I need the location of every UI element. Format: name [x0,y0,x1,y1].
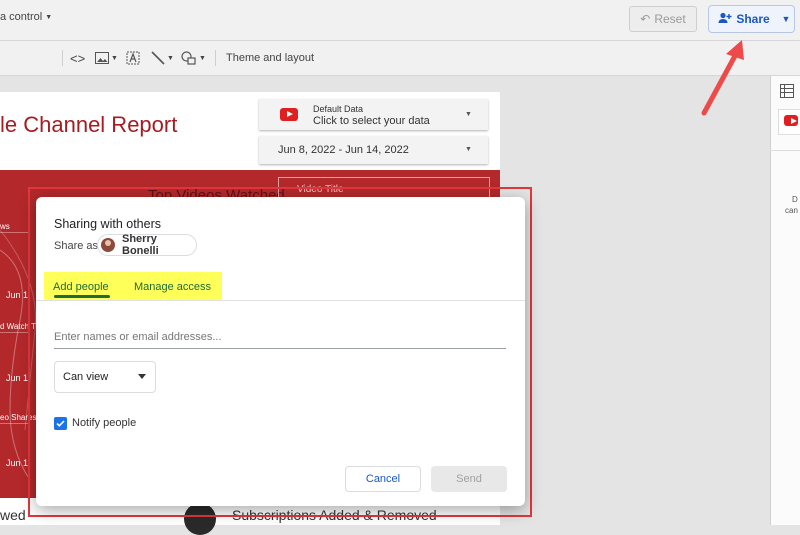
data-control-value: Click to select your data [313,115,430,127]
toolbar [0,41,800,76]
panel-text: D [792,195,798,204]
image-icon[interactable]: ▼ [95,41,118,75]
theme-and-layout-button[interactable]: Theme and layout [226,41,314,75]
code-embed-icon[interactable]: <> [70,41,85,75]
notify-checkbox[interactable] [54,417,67,430]
share-button[interactable]: Share [708,5,780,33]
caret-down-icon: ▼ [45,13,53,21]
panel-gridline [0,423,30,424]
panel-text: can [785,206,798,215]
toolbar-divider [62,50,63,66]
share-as-label: Share as [54,240,99,252]
caret-down-icon: ▼ [167,54,174,62]
properties-panel [770,76,800,525]
panel-divider [770,150,800,151]
tab-divider [36,300,525,301]
toolbar-divider [215,50,216,66]
bottom-left-text: wed [0,507,26,523]
report-title: le Channel Report [0,112,178,137]
caret-down-icon [138,374,146,379]
reset-label: Reset [654,12,686,26]
checkmark-icon [56,420,65,427]
panel-label: Jun 1 [6,373,29,383]
line-icon[interactable]: ▼ [151,41,174,75]
undo-icon: ↶ [640,12,651,26]
panel-label: Jun 1 [6,290,29,300]
panel-gridline [0,232,30,233]
permission-value: Can view [63,371,109,383]
shape-icon[interactable]: ▼ [181,41,206,75]
tab-manage-access[interactable]: Manage access [134,281,211,293]
data-control[interactable]: Default Data Click to select your data ▼ [259,99,488,130]
theme-and-layout-label: Theme and layout [226,52,315,64]
panel-label: Jun 1 [6,458,29,468]
active-tab-indicator [54,295,110,298]
tab-add-people[interactable]: Add people [53,281,109,293]
share-dropdown-button[interactable]: ▼ [778,5,795,33]
reset-button[interactable]: ↶ Reset [629,6,697,32]
annotation-arrow [701,40,744,116]
caret-down-icon: ▼ [111,54,118,62]
user-name: Sherry Bonelli [122,233,159,257]
dialog-title: Sharing with others [54,217,162,231]
data-source-chip[interactable] [778,109,800,135]
send-button[interactable]: Send [431,466,507,492]
notify-label: Notify people [72,417,137,429]
avatar [101,238,115,252]
date-range-value: Jun 8, 2022 - Jun 14, 2022 [278,144,409,156]
youtube-icon [280,108,298,121]
share-label: Share [736,12,770,26]
add-person-icon [718,12,732,27]
email-input[interactable] [54,326,506,349]
caret-down-icon: ▼ [781,14,791,24]
panel-gridline [0,332,30,333]
data-control-label: Default Data [313,104,364,114]
date-range-control[interactable]: Jun 8, 2022 - Jun 14, 2022 ▼ [259,136,488,164]
caret-down-icon: ▼ [465,146,472,153]
add-control-menu[interactable]: a control ▼ [0,0,52,34]
add-control-label: a control [0,11,43,23]
text-box-icon[interactable] [126,41,140,75]
panel-label: ws [0,222,10,231]
youtube-icon [784,115,798,126]
cancel-label: Cancel [365,473,401,485]
cancel-button[interactable]: Cancel [345,466,421,492]
table-icon[interactable] [780,84,794,103]
send-label: Send [456,473,482,485]
caret-down-icon: ▼ [199,54,206,62]
caret-down-icon: ▼ [465,111,472,118]
